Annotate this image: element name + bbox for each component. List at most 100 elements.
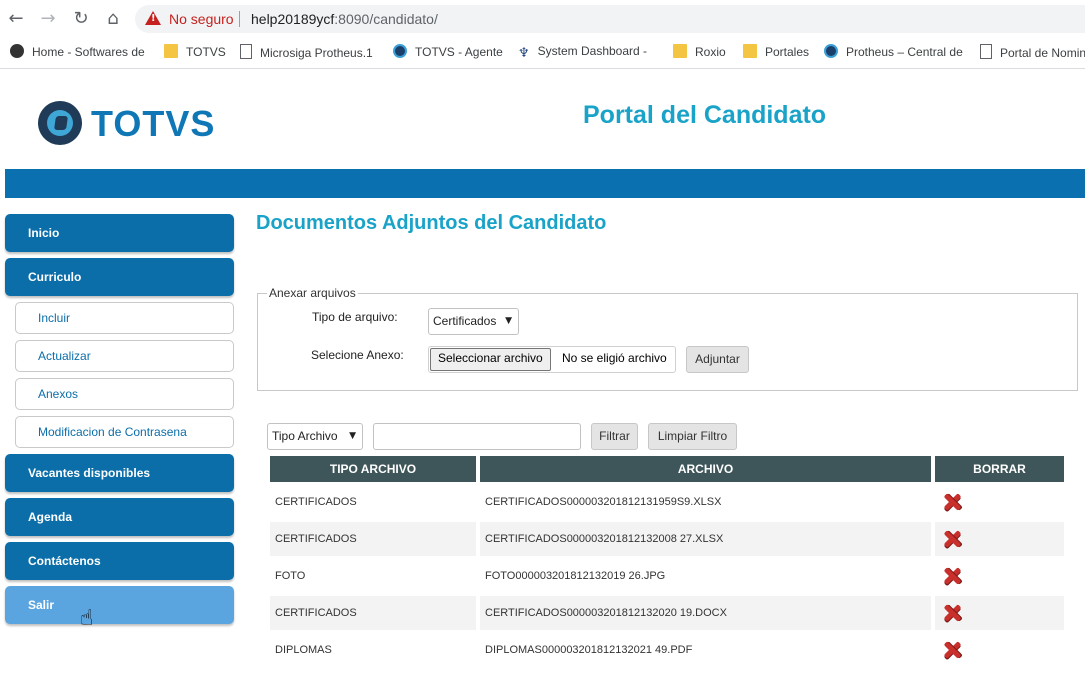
forward-arrow-icon[interactable]: → xyxy=(37,8,59,30)
filter-button[interactable]: Filtrar xyxy=(591,423,638,450)
cell-archivo: CERTIFICADOS000003201812132008 27.XLSX xyxy=(480,522,931,556)
header-band xyxy=(5,169,1085,198)
clear-filter-button[interactable]: Limpiar Filtro xyxy=(648,423,737,450)
bookmark-portales[interactable]: Portales xyxy=(743,44,809,62)
file-type-label: Tipo de arquivo: xyxy=(312,310,398,324)
header-archivo: ARCHIVO xyxy=(480,456,931,482)
filter-type-select[interactable]: Tipo Archivo ▼ xyxy=(267,423,363,450)
menu-vacantes[interactable]: Vacantes disponibles xyxy=(5,454,234,492)
github-icon xyxy=(10,44,24,58)
bookmark-protheus-central[interactable]: Protheus – Central de xyxy=(824,44,963,62)
cell-borrar xyxy=(935,559,1064,593)
bookmark-label: Portal de Nomin xyxy=(1000,46,1085,60)
bookmark-totvs[interactable]: TOTVS xyxy=(164,44,226,62)
bookmark-label: Microsiga Protheus.1 xyxy=(260,46,373,60)
file-type-value: Certificados xyxy=(433,314,497,328)
file-status: No se eligió archivo xyxy=(562,351,667,365)
attach-fieldset xyxy=(257,293,1078,391)
submenu-anexos[interactable]: Anexos xyxy=(15,378,234,410)
cell-archivo: DIPLOMAS000003201812132021 49.PDF xyxy=(485,644,693,656)
cell-tipo: DIPLOMAS xyxy=(275,644,332,656)
header-borrar: BORRAR xyxy=(935,456,1064,482)
warning-icon xyxy=(145,11,161,25)
delete-icon[interactable] xyxy=(943,493,961,511)
bookmark-label: Protheus – Central de xyxy=(846,45,963,59)
cell-archivo: FOTO000003201812132019 26.JPG xyxy=(485,570,666,582)
person-icon: ♆ xyxy=(518,46,530,61)
home-icon[interactable]: ⌂ xyxy=(102,8,124,30)
cell-tipo: FOTO xyxy=(275,570,306,582)
delete-icon[interactable] xyxy=(943,567,961,585)
folder-icon xyxy=(743,44,757,58)
file-input[interactable]: Seleccionar archivo No se eligió archivo xyxy=(428,346,676,373)
bookmark-label: Roxio xyxy=(695,45,726,59)
cell-tipo: CERTIFICADOS xyxy=(270,522,476,556)
menu-salir[interactable]: Salir xyxy=(5,586,234,624)
cell-archivo: CERTIFICADOS000003201812131959S9.XLSX xyxy=(485,496,722,508)
table-row: FOTO FOTO000003201812132019 26.JPG xyxy=(270,559,1064,593)
cell-tipo: CERTIFICADOS xyxy=(270,596,476,630)
table-row: CERTIFICADOS CERTIFICADOS000003201812132… xyxy=(270,596,1064,630)
cell-borrar xyxy=(935,596,1064,630)
submenu-actualizar[interactable]: Actualizar xyxy=(15,340,234,372)
cell-borrar xyxy=(935,522,1064,556)
back-arrow-icon[interactable]: ← xyxy=(5,8,27,30)
submenu-modificacion-contrasena[interactable]: Modificacion de Contrasena xyxy=(15,416,234,448)
bookmark-system-dashboard[interactable]: ♆ System Dashboard - xyxy=(518,44,647,62)
folder-icon xyxy=(164,44,178,58)
bookmark-label: TOTVS xyxy=(186,45,226,59)
address-bar[interactable]: No seguro help20189ycf:8090/candidato/ xyxy=(135,5,1085,33)
bookmark-label: Home - Softwares de xyxy=(32,45,145,59)
menu-curriculo[interactable]: Curriculo xyxy=(5,258,234,296)
globe-icon xyxy=(393,44,407,58)
filter-input[interactable] xyxy=(373,423,581,450)
globe-icon xyxy=(824,44,838,58)
url-host: help20189ycf xyxy=(251,11,335,27)
attach-button[interactable]: Adjuntar xyxy=(686,346,749,373)
reload-icon[interactable]: ↻ xyxy=(70,8,92,30)
page-title: Documentos Adjuntos del Candidato xyxy=(256,212,607,234)
cell-archivo: CERTIFICADOS000003201812132020 19.DOCX xyxy=(480,596,931,630)
url-rest: :8090/candidato/ xyxy=(334,11,438,27)
url-text[interactable]: help20189ycf:8090/candidato/ xyxy=(251,11,438,27)
page-icon xyxy=(240,44,252,59)
bookmark-label: Portales xyxy=(765,45,810,59)
bookmark-home-softwares[interactable]: Home - Softwares de xyxy=(10,44,145,62)
brand-name: TOTVS xyxy=(91,103,216,144)
table-row: CERTIFICADOS CERTIFICADOS000003201812132… xyxy=(270,522,1064,556)
totvs-logo-icon xyxy=(38,101,82,145)
hand-cursor-icon: ☝ xyxy=(80,606,94,631)
delete-icon[interactable] xyxy=(943,604,961,622)
bookmark-portal-nomina[interactable]: Portal de Nomin xyxy=(980,44,1085,62)
file-type-select[interactable]: Certificados ▼ xyxy=(428,308,519,335)
table-row: DIPLOMAS DIPLOMAS000003201812132021 49.P… xyxy=(270,633,1064,667)
folder-icon xyxy=(673,44,687,58)
menu-contactenos[interactable]: Contáctenos xyxy=(5,542,234,580)
table-row: CERTIFICADOS CERTIFICADOS000003201812131… xyxy=(270,485,1064,519)
bookmark-totvs-agente[interactable]: TOTVS - Agente xyxy=(393,44,503,62)
header-tipo-archivo: TIPO ARCHIVO xyxy=(270,456,476,482)
cell-borrar xyxy=(935,633,1064,667)
bookmark-roxio[interactable]: Roxio xyxy=(673,44,726,62)
browser-toolbar: ← → ↻ ⌂ No seguro help20189ycf:8090/cand… xyxy=(0,0,1085,38)
cell-borrar xyxy=(935,485,1064,519)
submenu-incluir[interactable]: Incluir xyxy=(15,302,234,334)
omnibox-divider xyxy=(239,11,240,27)
delete-icon[interactable] xyxy=(943,641,961,659)
menu-agenda[interactable]: Agenda xyxy=(5,498,234,536)
attachment-label: Selecione Anexo: xyxy=(311,348,404,362)
choose-file-button[interactable]: Seleccionar archivo xyxy=(430,348,551,371)
menu-inicio[interactable]: Inicio xyxy=(5,214,234,252)
bookmarks-bar: Home - Softwares de TOTVS Microsiga Prot… xyxy=(0,38,1085,69)
page-icon xyxy=(980,44,992,59)
bookmark-microsiga[interactable]: Microsiga Protheus.1 xyxy=(240,44,373,62)
attach-legend: Anexar arquivos xyxy=(267,286,358,300)
not-secure-label: No seguro xyxy=(169,11,234,27)
cell-tipo: CERTIFICADOS xyxy=(275,496,357,508)
filter-type-value: Tipo Archivo xyxy=(272,429,338,443)
bookmark-label: System Dashboard - xyxy=(537,44,648,58)
chevron-down-icon: ▼ xyxy=(349,431,356,441)
delete-icon[interactable] xyxy=(943,530,961,548)
bookmark-label: TOTVS - Agente xyxy=(415,45,503,59)
portal-title: Portal del Candidato xyxy=(583,101,827,129)
